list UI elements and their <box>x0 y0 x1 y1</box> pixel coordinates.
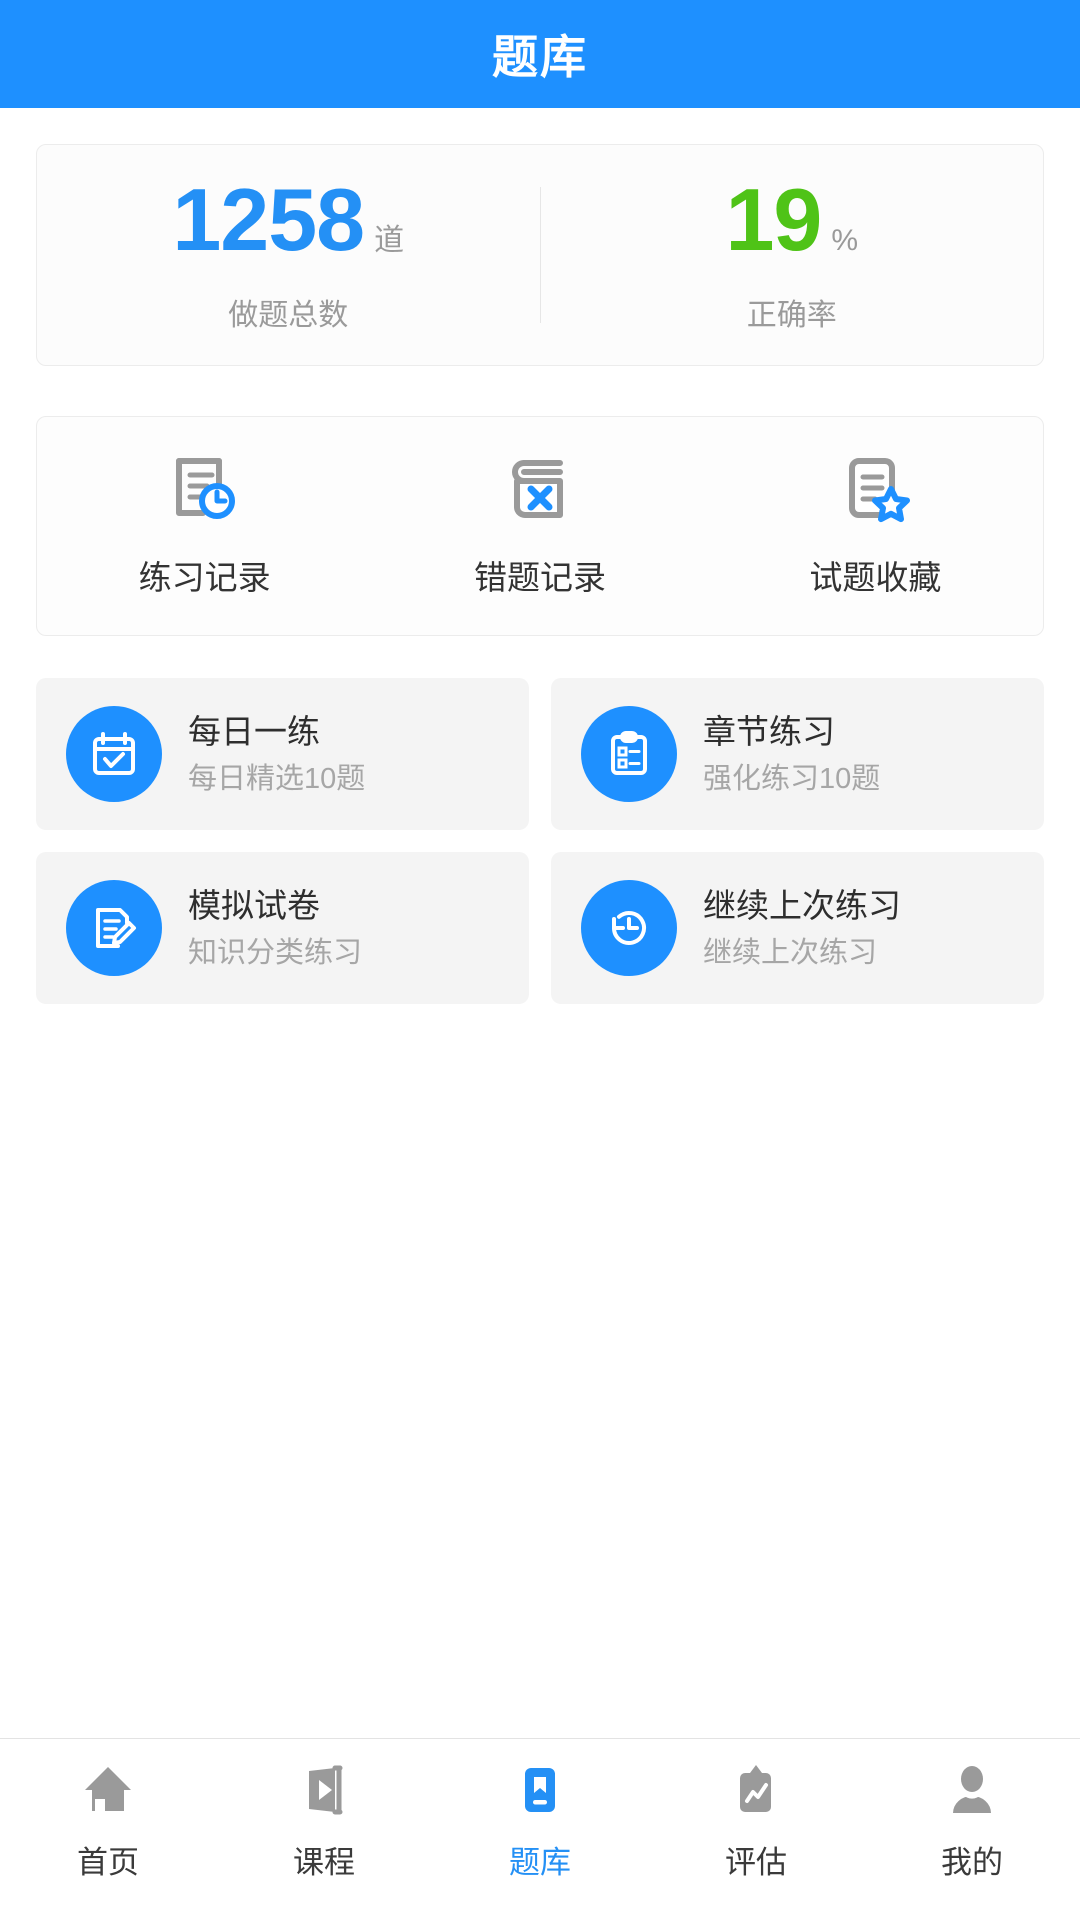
home-icon <box>79 1761 137 1819</box>
action-tiles-grid: 每日一练 每日精选10题 章节练习 强化练习10题 模拟试卷 知识分类练习 继续… <box>36 678 1044 1004</box>
document-star-icon <box>839 453 911 525</box>
quick-link-label: 练习记录 <box>138 559 271 596</box>
nav-label: 课程 <box>293 1845 355 1880</box>
quick-link-label: 试题收藏 <box>809 559 942 596</box>
app-header: 题库 <box>0 0 1080 108</box>
nav-item-question-bank[interactable]: 题库 <box>432 1761 648 1882</box>
stat-value: 19 <box>725 170 822 269</box>
quick-link-practice-records[interactable]: 练习记录 <box>37 453 372 599</box>
tile-icon-badge <box>581 706 677 802</box>
tile-text: 继续上次练习 继续上次练习 <box>703 885 901 971</box>
tile-title: 模拟试卷 <box>188 887 320 925</box>
history-clock-icon <box>604 903 654 953</box>
tile-text: 每日一练 每日精选10题 <box>188 711 365 797</box>
stat-value-row: 1258 道 <box>172 176 404 264</box>
stat-label: 做题总数 <box>228 299 349 332</box>
quick-links-card: 练习记录 错题记录 试题收藏 <box>36 416 1044 636</box>
quick-link-label: 错题记录 <box>473 559 606 596</box>
stat-label: 正确率 <box>746 299 837 332</box>
stat-value: 1258 <box>172 170 365 269</box>
tile-continue-practice[interactable]: 继续上次练习 继续上次练习 <box>551 852 1044 1004</box>
nav-item-assessment[interactable]: 评估 <box>648 1761 864 1882</box>
tile-subtitle: 每日精选10题 <box>188 762 366 795</box>
stats-card: 1258 道 做题总数 19 % 正确率 <box>36 144 1044 366</box>
calendar-check-icon <box>89 729 139 779</box>
tile-icon-badge <box>581 880 677 976</box>
stat-accuracy: 19 % 正确率 <box>541 145 1044 365</box>
stat-unit: % <box>831 224 859 257</box>
video-play-icon <box>295 1761 353 1819</box>
nav-item-profile[interactable]: 我的 <box>864 1761 1080 1882</box>
nav-label: 我的 <box>941 1845 1003 1880</box>
person-icon <box>943 1761 1001 1819</box>
tile-chapter-practice[interactable]: 章节练习 强化练习10题 <box>551 678 1044 830</box>
book-cross-icon <box>504 453 576 525</box>
tile-icon-badge <box>66 880 162 976</box>
nav-label: 题库 <box>509 1845 571 1880</box>
bookmark-square-icon <box>511 1761 569 1819</box>
stat-value-row: 19 % <box>725 176 858 264</box>
tile-title: 章节练习 <box>703 713 835 751</box>
nav-label: 评估 <box>725 1845 787 1880</box>
tile-title: 继续上次练习 <box>703 887 901 925</box>
tile-subtitle: 强化练习10题 <box>703 762 881 795</box>
nav-item-home[interactable]: 首页 <box>0 1761 216 1882</box>
nav-label: 首页 <box>77 1845 139 1880</box>
page-content: 1258 道 做题总数 19 % 正确率 练习记录 错题记录 试题收藏 每日一练… <box>0 144 1080 1004</box>
bottom-navigation-bar: 首页 课程 题库 评估 我的 <box>0 1738 1080 1920</box>
document-clock-icon <box>169 453 241 525</box>
tile-subtitle: 知识分类练习 <box>188 936 363 969</box>
clipboard-list-icon <box>604 729 654 779</box>
tile-mock-exam[interactable]: 模拟试卷 知识分类练习 <box>36 852 529 1004</box>
clipboard-chart-icon <box>727 1761 785 1819</box>
tile-text: 章节练习 强化练习10题 <box>703 711 880 797</box>
nav-item-courses[interactable]: 课程 <box>216 1761 432 1882</box>
tile-text: 模拟试卷 知识分类练习 <box>188 885 362 971</box>
stat-total-questions: 1258 道 做题总数 <box>37 145 540 365</box>
tile-icon-badge <box>66 706 162 802</box>
tile-subtitle: 继续上次练习 <box>703 936 878 969</box>
document-pencil-icon <box>89 903 139 953</box>
tile-daily-practice[interactable]: 每日一练 每日精选10题 <box>36 678 529 830</box>
quick-link-favorites[interactable]: 试题收藏 <box>708 453 1043 599</box>
quick-link-wrong-records[interactable]: 错题记录 <box>372 453 707 599</box>
stat-unit: 道 <box>374 224 405 257</box>
tile-title: 每日一练 <box>188 713 320 751</box>
page-title: 题库 <box>492 31 588 83</box>
